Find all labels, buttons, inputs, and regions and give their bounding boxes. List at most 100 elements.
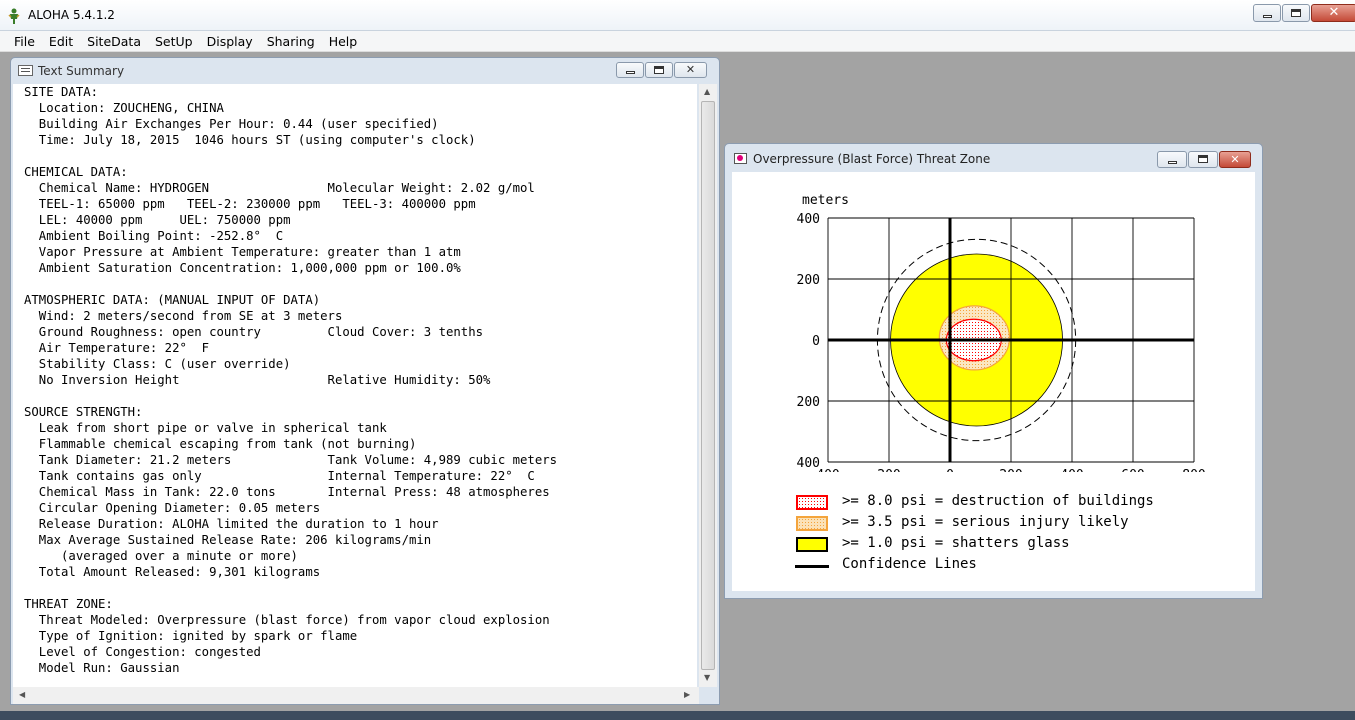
- taskbar: [0, 711, 1355, 720]
- x-tick-label: 800: [1182, 468, 1205, 472]
- y-tick-label: 400: [797, 212, 820, 227]
- y-tick-label: 400: [797, 456, 820, 471]
- maximize-button[interactable]: [1282, 4, 1310, 22]
- summary-line: Building Air Exchanges Per Hour: 0.44 (u…: [24, 117, 439, 131]
- x-tick-label: 600: [1121, 468, 1144, 472]
- summary-line: [24, 580, 557, 596]
- threat-zone-window: Overpressure (Blast Force) Threat Zone ✕…: [724, 143, 1263, 599]
- maximize-icon: [1291, 9, 1301, 17]
- summary-line: Leak from short pipe or valve in spheric…: [24, 421, 387, 435]
- text-summary-maximize-button[interactable]: [645, 62, 673, 78]
- scroll-right-icon[interactable]: ▶: [684, 690, 690, 699]
- menu-bar: File Edit SiteData SetUp Display Sharing…: [0, 31, 1355, 52]
- menu-help[interactable]: Help: [322, 34, 365, 49]
- threat-zone-title-bar[interactable]: Overpressure (Blast Force) Threat Zone ✕: [725, 144, 1262, 171]
- summary-line: Location: ZOUCHENG, CHINA: [24, 101, 224, 115]
- x-tick-label: 400: [1060, 468, 1083, 472]
- summary-line: SITE DATA:: [24, 85, 99, 99]
- legend-swatch-glass: [796, 537, 828, 552]
- menu-display[interactable]: Display: [200, 34, 260, 49]
- close-icon: ✕: [1328, 5, 1340, 20]
- threat-zone-window-controls: ✕: [1156, 151, 1251, 168]
- text-summary-window-controls: ✕: [615, 62, 707, 78]
- summary-text: SITE DATA: Location: ZOUCHENG, CHINA Bui…: [24, 84, 557, 676]
- summary-line: Max Average Sustained Release Rate: 206 …: [24, 533, 432, 547]
- summary-line: ATMOSPHERIC DATA: (MANUAL INPUT OF DATA): [24, 293, 321, 307]
- text-summary-content[interactable]: SITE DATA: Location: ZOUCHENG, CHINA Bui…: [13, 84, 697, 687]
- summary-line: Wind: 2 meters/second from SE at 3 meter…: [24, 309, 343, 323]
- summary-line: Ambient Boiling Point: -252.8° C: [24, 229, 284, 243]
- threat-zone-title: Overpressure (Blast Force) Threat Zone: [753, 152, 991, 166]
- summary-line: [24, 388, 557, 404]
- legend-label: >= 1.0 psi = shatters glass: [842, 535, 1070, 551]
- menu-setup[interactable]: SetUp: [148, 34, 200, 49]
- y-tick-label: 200: [797, 273, 820, 288]
- maximize-icon: [1198, 155, 1208, 163]
- vertical-scrollbar[interactable]: ▲ ▼: [699, 84, 717, 687]
- summary-line: CHEMICAL DATA:: [24, 165, 128, 179]
- summary-line: SOURCE STRENGTH:: [24, 405, 143, 419]
- minimize-icon: [626, 71, 635, 74]
- summary-line: Time: July 18, 2015 1046 hours ST (using…: [24, 133, 476, 147]
- legend-swatch-confidence: [795, 565, 829, 568]
- y-axis-label: meters: [802, 193, 849, 208]
- maximize-icon: [654, 66, 664, 74]
- x-tick-label: 200: [999, 468, 1022, 472]
- scroll-up-icon[interactable]: ▲: [704, 87, 710, 96]
- summary-line: Chemical Mass in Tank: 22.0 tons Interna…: [24, 485, 550, 499]
- menu-file[interactable]: File: [0, 34, 42, 49]
- threat-zone-plot: 40020002004006008004002000200400metersme…: [797, 193, 1206, 472]
- threat-zone-canvas: 40020002004006008004002000200400metersme…: [732, 172, 1255, 591]
- text-summary-window: Text Summary ✕ SITE DATA: Location: ZOUC…: [10, 57, 720, 705]
- legend-swatch-destruction: [796, 495, 828, 510]
- summary-line: LEL: 40000 ppm UEL: 750000 ppm: [24, 213, 291, 227]
- app-title: ALOHA 5.4.1.2: [28, 8, 115, 22]
- scroll-left-icon[interactable]: ◀: [19, 690, 25, 699]
- scroll-down-icon[interactable]: ▼: [704, 673, 710, 682]
- summary-line: Air Temperature: 22° F: [24, 341, 210, 355]
- threat-zone-close-button[interactable]: ✕: [1219, 151, 1251, 168]
- menu-sharing[interactable]: Sharing: [260, 34, 322, 49]
- threat-zone-maximize-button[interactable]: [1188, 151, 1218, 168]
- summary-line: (averaged over a minute or more): [24, 549, 298, 563]
- summary-line: Model Run: Gaussian: [24, 661, 180, 675]
- menu-sitedata[interactable]: SiteData: [80, 34, 148, 49]
- app-window-controls: ✕: [1252, 4, 1355, 22]
- minimize-icon: [1263, 15, 1272, 18]
- x-tick-label: 200: [877, 468, 900, 472]
- summary-line: Ground Roughness: open country Cloud Cov…: [24, 325, 484, 339]
- horizontal-scrollbar[interactable]: ◀ ▶: [13, 687, 699, 704]
- text-summary-minimize-button[interactable]: [616, 62, 644, 78]
- threat-zone-minimize-button[interactable]: [1157, 151, 1187, 168]
- summary-line: Ambient Saturation Concentration: 1,000,…: [24, 261, 461, 275]
- summary-line: Tank Diameter: 21.2 meters Tank Volume: …: [24, 453, 558, 467]
- legend-swatch-injury: [796, 516, 828, 531]
- summary-line: Tank contains gas only Internal Temperat…: [24, 469, 535, 483]
- minimize-icon: [1168, 161, 1177, 164]
- summary-line: TEEL-1: 65000 ppm TEEL-2: 230000 ppm TEE…: [24, 197, 476, 211]
- y-tick-label: 0: [812, 334, 820, 349]
- summary-line: Total Amount Released: 9,301 kilograms: [24, 565, 321, 579]
- aloha-app-window: ALOHA 5.4.1.2 ✕ File Edit SiteData SetUp…: [0, 0, 1355, 720]
- text-summary-title-bar[interactable]: Text Summary ✕: [11, 58, 719, 84]
- summary-line: No Inversion Height Relative Humidity: 5…: [24, 373, 491, 387]
- close-button[interactable]: ✕: [1311, 4, 1355, 22]
- text-document-icon: [18, 65, 33, 76]
- y-tick-label: 200: [797, 395, 820, 410]
- text-summary-close-button[interactable]: ✕: [674, 62, 707, 78]
- legend-label: >= 3.5 psi = serious injury likely: [842, 514, 1129, 530]
- x-tick-label: 0: [946, 468, 954, 472]
- summary-line: Threat Modeled: Overpressure (blast forc…: [24, 613, 550, 627]
- summary-line: Vapor Pressure at Ambient Temperature: g…: [24, 245, 461, 259]
- vertical-scroll-thumb[interactable]: [701, 101, 715, 670]
- text-summary-title: Text Summary: [38, 64, 125, 78]
- summary-line: [24, 276, 557, 292]
- menu-edit[interactable]: Edit: [42, 34, 80, 49]
- legend-label: Confidence Lines: [842, 556, 977, 572]
- summary-line: THREAT ZONE:: [24, 597, 113, 611]
- summary-line: Circular Opening Diameter: 0.05 meters: [24, 501, 321, 515]
- minimize-button[interactable]: [1253, 4, 1281, 22]
- summary-line: Level of Congestion: congested: [24, 645, 261, 659]
- summary-line: Type of Ignition: ignited by spark or fl…: [24, 629, 358, 643]
- app-title-bar[interactable]: ALOHA 5.4.1.2 ✕: [0, 0, 1355, 31]
